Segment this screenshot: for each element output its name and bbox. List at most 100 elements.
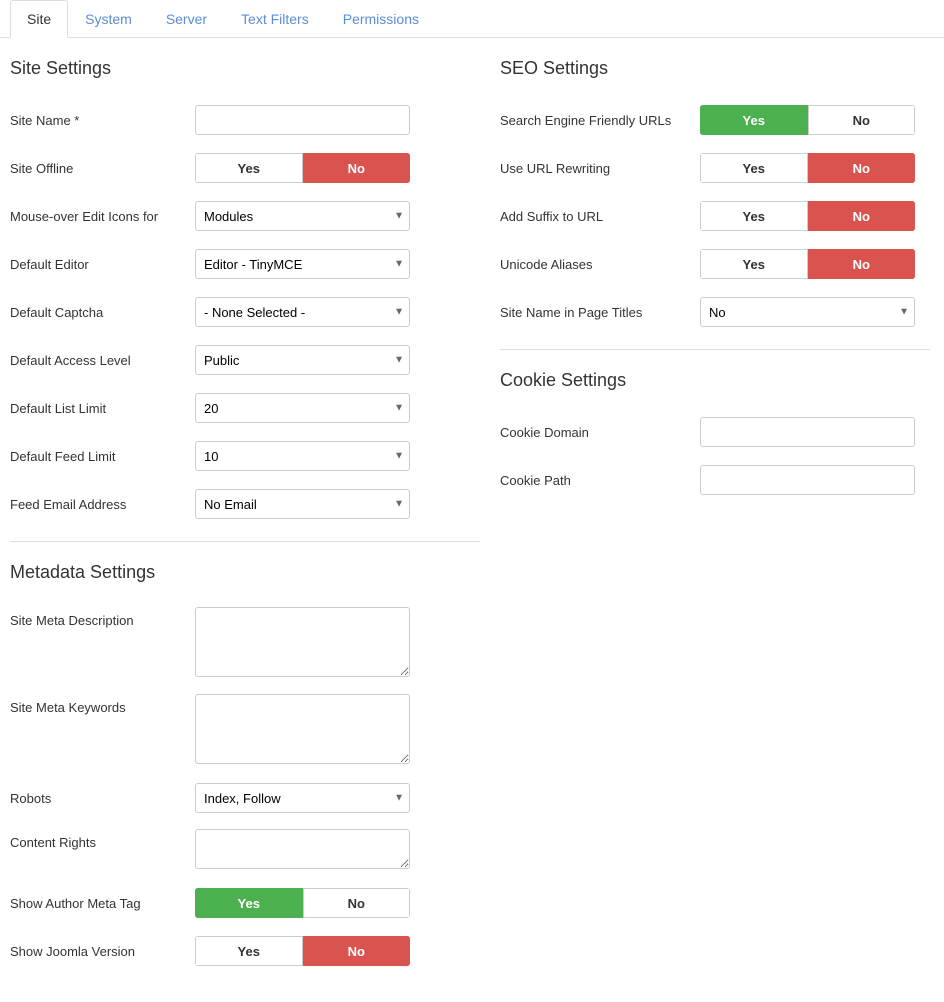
default-editor-select-wrapper: Editor - TinyMCE ▼ xyxy=(195,249,410,279)
default-access-level-select-wrapper: Public ▼ xyxy=(195,345,410,375)
add-suffix-label: Add Suffix to URL xyxy=(500,209,700,224)
default-editor-label: Default Editor xyxy=(10,257,195,272)
default-captcha-select[interactable]: - None Selected - xyxy=(195,297,410,327)
site-name-in-titles-select[interactable]: No xyxy=(700,297,915,327)
default-editor-select[interactable]: Editor - TinyMCE xyxy=(195,249,410,279)
url-rewriting-row: Use URL Rewriting Yes No xyxy=(500,151,930,185)
show-joomla-version-label: Show Joomla Version xyxy=(10,944,195,959)
default-access-level-select[interactable]: Public xyxy=(195,345,410,375)
default-access-level-row: Default Access Level Public ▼ xyxy=(10,343,480,377)
content-rights-label: Content Rights xyxy=(10,829,195,850)
cookie-path-label: Cookie Path xyxy=(500,473,700,488)
default-editor-row: Default Editor Editor - TinyMCE ▼ xyxy=(10,247,480,281)
default-feed-limit-select[interactable]: 10 xyxy=(195,441,410,471)
cookie-path-input[interactable] xyxy=(700,465,915,495)
cookie-divider xyxy=(500,349,930,350)
feed-email-label: Feed Email Address xyxy=(10,497,195,512)
unicode-aliases-toggle: Yes No xyxy=(700,249,915,279)
metadata-settings-title: Metadata Settings xyxy=(10,562,480,589)
site-name-in-titles-select-wrapper: No ▼ xyxy=(700,297,915,327)
url-rewriting-label: Use URL Rewriting xyxy=(500,161,700,176)
default-list-limit-label: Default List Limit xyxy=(10,401,195,416)
robots-select[interactable]: Index, Follow xyxy=(195,783,410,813)
add-suffix-no[interactable]: No xyxy=(808,201,916,231)
site-meta-keywords-row: Site Meta Keywords xyxy=(10,694,480,767)
tab-site[interactable]: Site xyxy=(10,0,68,38)
unicode-aliases-yes[interactable]: Yes xyxy=(700,249,808,279)
sef-urls-yes[interactable]: Yes xyxy=(700,105,808,135)
site-name-label: Site Name * xyxy=(10,113,195,128)
site-meta-keywords-control xyxy=(195,694,410,767)
site-meta-description-label: Site Meta Description xyxy=(10,607,195,628)
site-offline-no[interactable]: No xyxy=(303,153,411,183)
site-offline-yes[interactable]: Yes xyxy=(195,153,303,183)
cookie-path-row: Cookie Path xyxy=(500,463,930,497)
tab-text-filters[interactable]: Text Filters xyxy=(224,0,326,38)
add-suffix-row: Add Suffix to URL Yes No xyxy=(500,199,930,233)
tab-permissions[interactable]: Permissions xyxy=(326,0,436,38)
default-captcha-select-wrapper: - None Selected - ▼ xyxy=(195,297,410,327)
robots-label: Robots xyxy=(10,791,195,806)
show-author-meta-tag-label: Show Author Meta Tag xyxy=(10,896,195,911)
sef-urls-no[interactable]: No xyxy=(808,105,916,135)
left-column: Site Settings Site Name * My Joomla Site… xyxy=(10,58,480,982)
cookie-domain-label: Cookie Domain xyxy=(500,425,700,440)
cookie-domain-input[interactable] xyxy=(700,417,915,447)
default-feed-limit-row: Default Feed Limit 10 ▼ xyxy=(10,439,480,473)
site-meta-description-control xyxy=(195,607,410,680)
mouse-over-select[interactable]: Modules xyxy=(195,201,410,231)
tab-system[interactable]: System xyxy=(68,0,149,38)
default-list-limit-select-wrapper: 20 ▼ xyxy=(195,393,410,423)
site-settings-title: Site Settings xyxy=(10,58,480,85)
mouse-over-select-wrapper: Modules ▼ xyxy=(195,201,410,231)
show-joomla-version-row: Show Joomla Version Yes No xyxy=(10,934,480,968)
unicode-aliases-row: Unicode Aliases Yes No xyxy=(500,247,930,281)
show-author-meta-tag-yes[interactable]: Yes xyxy=(195,888,303,918)
site-meta-description-input[interactable] xyxy=(195,607,410,677)
content-rights-control xyxy=(195,829,410,872)
site-meta-keywords-input[interactable] xyxy=(195,694,410,764)
mouse-over-label: Mouse-over Edit Icons for xyxy=(10,209,195,224)
site-meta-keywords-label: Site Meta Keywords xyxy=(10,694,195,715)
site-offline-toggle: Yes No xyxy=(195,153,410,183)
feed-email-select[interactable]: No Email xyxy=(195,489,410,519)
default-captcha-row: Default Captcha - None Selected - ▼ xyxy=(10,295,480,329)
cookie-domain-row: Cookie Domain xyxy=(500,415,930,449)
default-list-limit-select[interactable]: 20 xyxy=(195,393,410,423)
content-rights-row: Content Rights xyxy=(10,829,480,872)
unicode-aliases-no[interactable]: No xyxy=(808,249,916,279)
feed-email-select-wrapper: No Email ▼ xyxy=(195,489,410,519)
sef-urls-toggle: Yes No xyxy=(700,105,915,135)
robots-row: Robots Index, Follow ▼ xyxy=(10,781,480,815)
site-offline-row: Site Offline Yes No xyxy=(10,151,480,185)
content-rights-input[interactable] xyxy=(195,829,410,869)
show-author-meta-tag-toggle: Yes No xyxy=(195,888,410,918)
cookie-settings-title: Cookie Settings xyxy=(500,370,930,397)
robots-select-wrapper: Index, Follow ▼ xyxy=(195,783,410,813)
url-rewriting-no[interactable]: No xyxy=(808,153,916,183)
default-list-limit-row: Default List Limit 20 ▼ xyxy=(10,391,480,425)
feed-email-row: Feed Email Address No Email ▼ xyxy=(10,487,480,521)
show-author-meta-tag-row: Show Author Meta Tag Yes No xyxy=(10,886,480,920)
default-feed-limit-label: Default Feed Limit xyxy=(10,449,195,464)
site-name-row: Site Name * My Joomla Site xyxy=(10,103,480,137)
site-offline-label: Site Offline xyxy=(10,161,195,176)
main-content: Site Settings Site Name * My Joomla Site… xyxy=(0,38,944,1002)
default-feed-limit-select-wrapper: 10 ▼ xyxy=(195,441,410,471)
metadata-divider xyxy=(10,541,480,542)
site-meta-description-row: Site Meta Description xyxy=(10,607,480,680)
right-column: SEO Settings Search Engine Friendly URLs… xyxy=(500,58,930,982)
show-author-meta-tag-no[interactable]: No xyxy=(303,888,411,918)
default-access-level-label: Default Access Level xyxy=(10,353,195,368)
url-rewriting-toggle: Yes No xyxy=(700,153,915,183)
tab-server[interactable]: Server xyxy=(149,0,224,38)
sef-urls-label: Search Engine Friendly URLs xyxy=(500,113,700,128)
sef-urls-row: Search Engine Friendly URLs Yes No xyxy=(500,103,930,137)
add-suffix-yes[interactable]: Yes xyxy=(700,201,808,231)
site-name-control: My Joomla Site xyxy=(195,105,410,135)
site-name-input[interactable]: My Joomla Site xyxy=(195,105,410,135)
url-rewriting-yes[interactable]: Yes xyxy=(700,153,808,183)
add-suffix-toggle: Yes No xyxy=(700,201,915,231)
tabs-bar: Site System Server Text Filters Permissi… xyxy=(0,0,944,38)
site-name-in-titles-label: Site Name in Page Titles xyxy=(500,305,700,320)
